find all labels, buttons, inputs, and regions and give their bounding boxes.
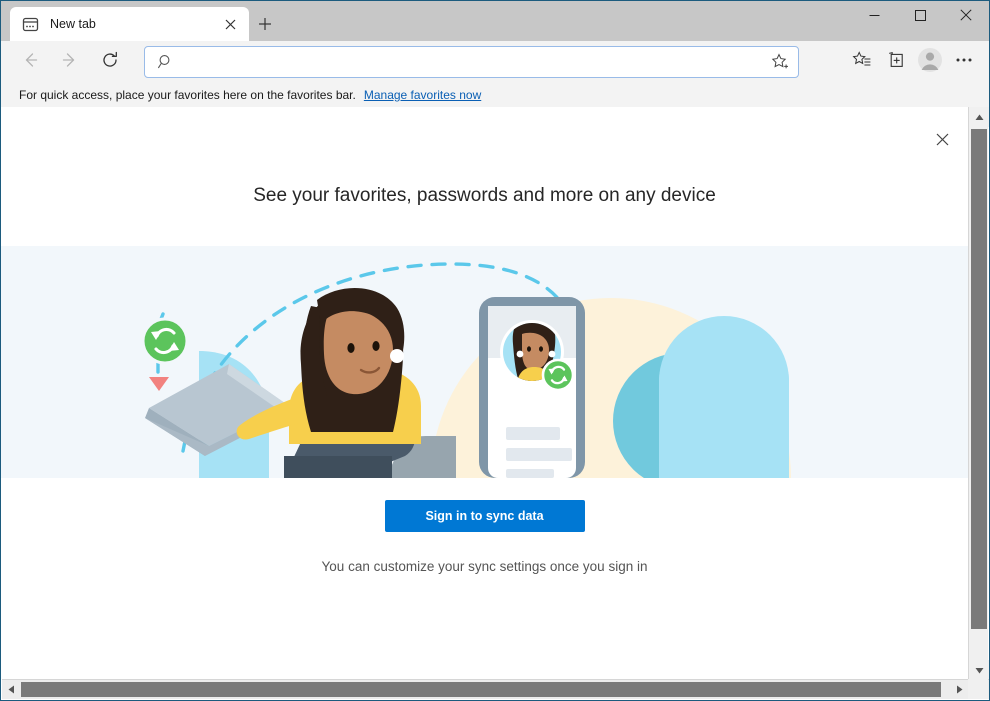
tab-close-icon[interactable] [217, 11, 243, 37]
profile-button[interactable] [913, 46, 947, 78]
sync-badge-small [541, 358, 575, 392]
favorites-star-list-icon [852, 50, 872, 75]
tab-title: New tab [50, 17, 96, 31]
favorites-bar-message: For quick access, place your favorites h… [19, 88, 356, 102]
new-tab-button[interactable] [253, 14, 277, 38]
vertical-scroll-thumb[interactable] [971, 129, 987, 629]
sync-badge-large [141, 317, 189, 365]
triangle-right-icon [956, 681, 963, 699]
dialog-close-button[interactable] [926, 126, 958, 158]
refresh-icon [100, 50, 120, 75]
settings-and-more-button[interactable] [947, 46, 981, 78]
favorites-button[interactable] [845, 46, 879, 78]
page-title: See your favorites, passwords and more o… [253, 185, 716, 206]
triangle-up-icon [975, 108, 984, 126]
window-controls [851, 1, 989, 33]
triangle-down-icon [975, 661, 984, 679]
minimize-icon [869, 8, 880, 26]
sign-in-to-sync-button[interactable]: Sign in to sync data [384, 500, 585, 532]
scroll-down-button[interactable] [969, 660, 989, 680]
forward-button[interactable] [54, 46, 86, 78]
search-icon [157, 53, 175, 71]
maximize-icon [914, 8, 926, 26]
refresh-button[interactable] [94, 46, 126, 78]
scroll-up-button[interactable] [969, 107, 989, 127]
arrow-right-icon [60, 50, 80, 75]
ellipsis-icon [954, 50, 974, 75]
manage-favorites-link[interactable]: Manage favorites now [364, 88, 481, 102]
triangle-left-icon [8, 681, 15, 699]
profile-avatar-icon [917, 47, 943, 78]
favorites-bar: For quick access, place your favorites h… [1, 83, 989, 107]
scroll-right-button[interactable] [950, 680, 968, 699]
browser-tab[interactable]: New tab [10, 7, 249, 41]
title-bar: New tab [1, 1, 989, 41]
browser-window: New tab For quick access, place your fav… [0, 0, 990, 701]
maximize-button[interactable] [897, 1, 943, 33]
minimize-button[interactable] [851, 1, 897, 33]
scroll-left-button[interactable] [2, 680, 20, 699]
sync-devices-illustration [1, 246, 968, 478]
plus-icon [258, 17, 272, 36]
page-content: See your favorites, passwords and more o… [1, 107, 968, 679]
window-close-button[interactable] [943, 1, 989, 33]
phone [479, 297, 585, 478]
illustration-svg [1, 246, 968, 478]
sync-settings-subtext: You can customize your sync settings onc… [321, 559, 648, 574]
star-add-icon[interactable] [766, 48, 794, 76]
arrow-left-icon [20, 50, 40, 75]
scrollbar-corner [968, 679, 988, 699]
collections-button[interactable] [879, 46, 913, 78]
toolbar-right-buttons [845, 46, 981, 78]
address-input[interactable] [183, 47, 766, 77]
horizontal-scroll-thumb[interactable] [21, 682, 941, 697]
address-bar[interactable] [144, 46, 799, 78]
collections-icon [886, 50, 906, 75]
browser-page-icon [22, 16, 39, 33]
horizontal-scrollbar[interactable] [2, 679, 989, 699]
close-icon [960, 8, 972, 26]
close-icon [936, 133, 949, 151]
vertical-scrollbar[interactable] [968, 107, 989, 680]
cta-section: Sign in to sync data You can customize y… [1, 500, 968, 574]
back-button[interactable] [14, 46, 46, 78]
